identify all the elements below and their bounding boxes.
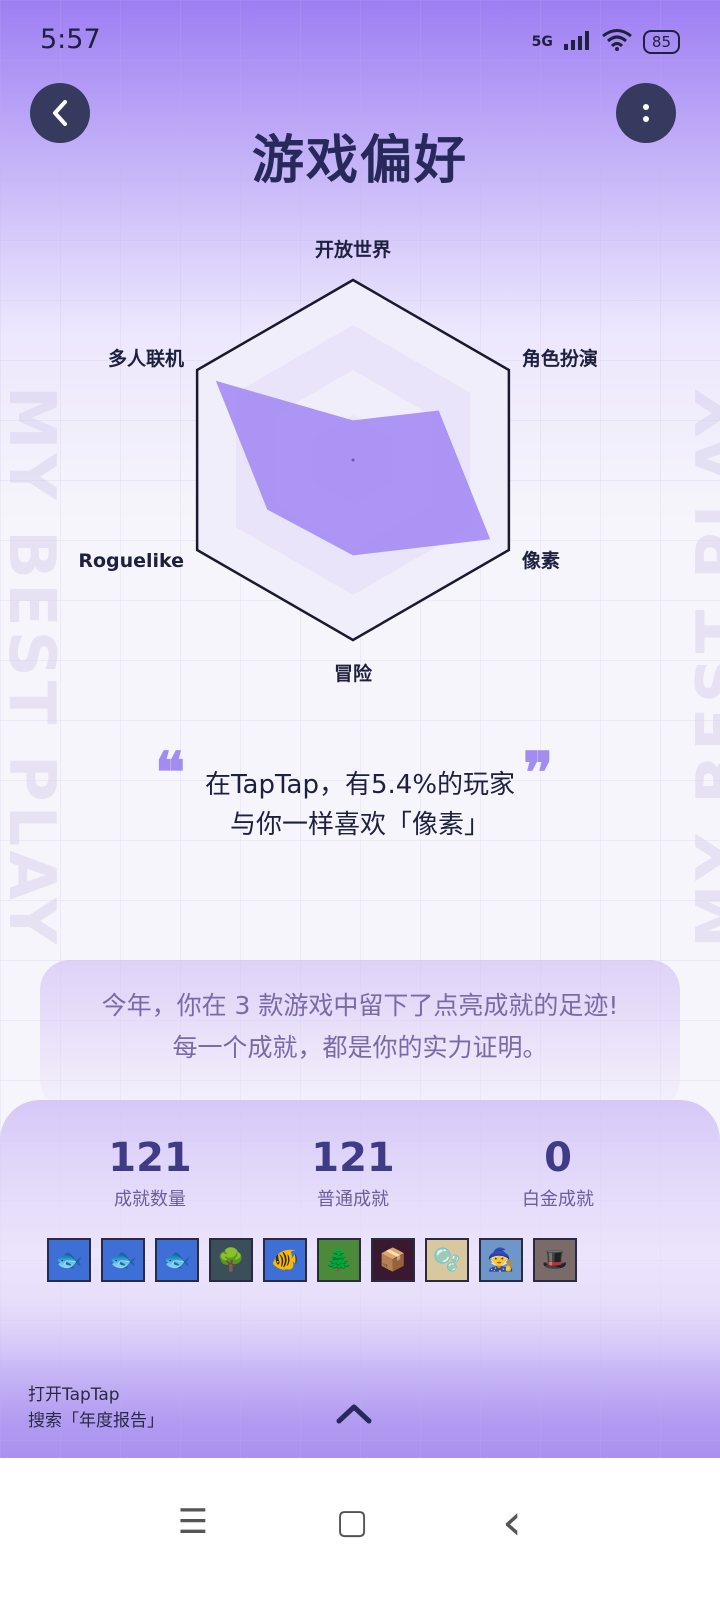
preference-quote: ❝ 在TapTap，有5.4%的玩家 与你一样喜欢「像素」 ❞ xyxy=(0,745,720,845)
achievement-badges: 🐟 🐟 🐟 🌳 🐠 🌲 📦 🫧 🧙 🎩 xyxy=(47,1238,577,1282)
tree-icon[interactable]: 🌲 xyxy=(317,1238,361,1282)
status-bar: 5:57 5G 85 xyxy=(0,24,720,60)
skeleton-fish-icon[interactable]: 🐠 xyxy=(263,1238,307,1282)
achievement-summary: 今年，你在 3 款游戏中留下了点亮成就的足迹! 每一个成就，都是你的实力证明。 xyxy=(40,960,680,1110)
radar-chart: 开放世界角色扮演像素冒险 Roguelike 多人联机 xyxy=(78,238,598,685)
open-quote-icon: ❝ xyxy=(155,740,186,806)
achievement-line-1: 今年，你在 3 款游戏中留下了点亮成就的足迹! xyxy=(101,991,619,1020)
achievement-line-2: 每一个成就，都是你的实力证明。 xyxy=(172,1033,548,1062)
stat-total: 121 成就数量 xyxy=(50,1135,250,1211)
teal-fish-icon[interactable]: 🐟 xyxy=(155,1238,199,1282)
stat-platinum-value: 0 xyxy=(544,1135,572,1181)
network-icon: 5G xyxy=(531,34,553,50)
orange-fish-icon[interactable]: 🐟 xyxy=(47,1238,91,1282)
status-icons: 5G 85 xyxy=(532,28,680,56)
status-time: 5:57 xyxy=(40,24,101,55)
radar-center xyxy=(351,458,355,462)
quote-line-2: 与你一样喜欢「像素」 xyxy=(229,810,490,840)
wifi-icon xyxy=(601,28,633,56)
footer-hint: 打开TapTap 搜索「年度报告」 xyxy=(28,1382,164,1434)
close-quote-icon: ❞ xyxy=(523,740,554,806)
back-nav-icon[interactable]: ‹ xyxy=(482,1492,542,1552)
stat-platinum-label: 白金成就 xyxy=(522,1189,594,1210)
stat-total-label: 成就数量 xyxy=(114,1189,186,1210)
green-fish-icon[interactable]: 🐟 xyxy=(101,1238,145,1282)
radar-label: 开放世界 xyxy=(315,238,391,261)
stat-total-value: 121 xyxy=(108,1135,192,1181)
hint-line-2: 搜索「年度报告」 xyxy=(28,1411,164,1431)
hint-line-1: 打开TapTap xyxy=(28,1385,120,1405)
gnome-icon[interactable]: 🧙 xyxy=(479,1238,523,1282)
radar-label: 角色扮演 xyxy=(522,347,598,370)
chevron-up-icon[interactable] xyxy=(336,1395,372,1431)
treasure-chest-icon[interactable]: 📦 xyxy=(371,1238,415,1282)
stat-normal-label: 普通成就 xyxy=(317,1189,389,1210)
radar-label: Roguelike xyxy=(78,550,184,572)
home-icon[interactable]: ▢ xyxy=(322,1492,382,1552)
battery-icon: 85 xyxy=(642,30,680,54)
radar-label: 冒险 xyxy=(334,662,373,685)
radar-label: 像素 xyxy=(522,549,560,572)
slime-icon[interactable]: 🫧 xyxy=(425,1238,469,1282)
stat-normal-value: 121 xyxy=(311,1135,395,1181)
stat-platinum: 0 白金成就 xyxy=(458,1135,658,1211)
page-title: 游戏偏好 xyxy=(251,131,468,191)
system-nav-bar: ☰ ▢ ‹ xyxy=(0,1458,720,1602)
hat-character-icon[interactable]: 🎩 xyxy=(533,1238,577,1282)
signal-icon xyxy=(563,30,591,54)
radar-label: 多人联机 xyxy=(108,347,184,370)
stat-normal: 121 普通成就 xyxy=(253,1135,453,1211)
quote-line-1: 在TapTap，有5.4%的玩家 xyxy=(204,770,516,800)
tree-face-icon[interactable]: 🌳 xyxy=(209,1238,253,1282)
menu-icon[interactable]: ☰ xyxy=(163,1492,223,1552)
